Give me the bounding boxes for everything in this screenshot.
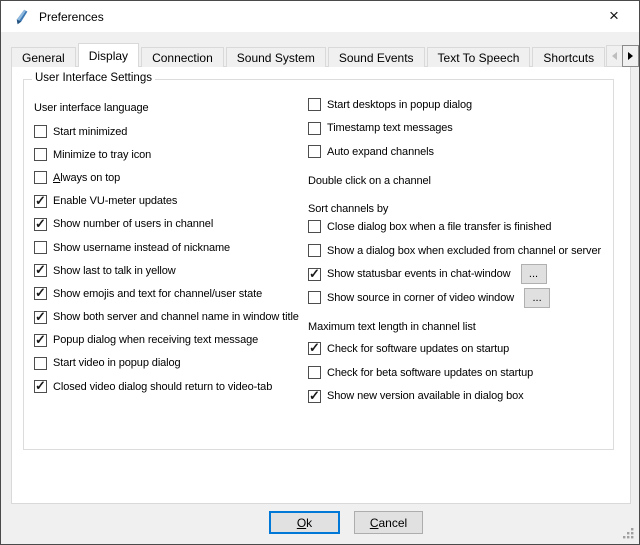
checkbox-label: Closed video dialog should return to vid… <box>53 381 272 393</box>
resize-grip[interactable] <box>622 527 635 540</box>
row-start-minimized[interactable]: Start minimized <box>34 120 299 143</box>
language-label: User interface language <box>34 102 149 114</box>
checkbox-label: Show both server and channel name in win… <box>53 311 299 323</box>
checkbox[interactable] <box>34 264 47 277</box>
row-closed-video[interactable]: Closed video dialog should return to vid… <box>34 375 299 398</box>
checkbox-label: Check for software updates on startup <box>327 343 509 355</box>
checkbox[interactable] <box>308 390 321 403</box>
tab-shortcuts[interactable]: Shortcuts <box>532 47 605 67</box>
checkbox-label: Popup dialog when receiving text message <box>53 334 258 346</box>
row-beta-updates[interactable]: Check for beta software updates on start… <box>308 361 533 385</box>
row-auto-expand[interactable]: Auto expand channels <box>308 140 472 164</box>
row-popup-text-message[interactable]: Popup dialog when receiving text message <box>34 329 299 352</box>
max-text-row: Maximum text length in channel list <box>308 319 476 335</box>
checkbox[interactable] <box>308 98 321 111</box>
max-text-label: Maximum text length in channel list <box>308 321 476 333</box>
preferences-dialog: Preferences × General Display Connection… <box>0 0 640 545</box>
double-click-row: Double click on a channel <box>308 173 431 189</box>
checkbox[interactable] <box>34 287 47 300</box>
close-icon[interactable]: × <box>599 5 629 27</box>
checkbox[interactable] <box>308 145 321 158</box>
right-checkbox-column-mid: Close dialog box when a file transfer is… <box>308 215 601 310</box>
checkbox-label: Minimize to tray icon <box>53 149 151 161</box>
window-title: Preferences <box>39 10 104 24</box>
checkbox-label: Start minimized <box>53 126 127 138</box>
row-show-user-count[interactable]: Show number of users in channel <box>34 213 299 236</box>
checkbox-label: Show new version available in dialog box <box>327 390 524 402</box>
checkbox-label: Auto expand channels <box>327 146 434 158</box>
row-start-desktops[interactable]: Start desktops in popup dialog <box>308 93 472 117</box>
checkbox[interactable] <box>34 195 47 208</box>
checkbox-label: Close dialog box when a file transfer is… <box>327 221 551 233</box>
row-always-on-top[interactable]: Always on top <box>34 166 299 189</box>
checkbox-label: Show statusbar events in chat-window <box>327 268 511 280</box>
row-excluded-dialog[interactable]: Show a dialog box when excluded from cha… <box>308 239 601 263</box>
cancel-button[interactable]: Cancel <box>354 511 423 534</box>
tab-connection[interactable]: Connection <box>141 47 224 67</box>
tab-general[interactable]: General <box>11 47 76 67</box>
title-bar[interactable]: Preferences × <box>1 1 639 32</box>
checkbox-label: Check for beta software updates on start… <box>327 367 533 379</box>
row-new-version-dialog[interactable]: Show new version available in dialog box <box>308 385 533 409</box>
tab-sound-system[interactable]: Sound System <box>226 47 326 67</box>
row-video-source-corner[interactable]: Show source in corner of video window ..… <box>308 286 601 310</box>
row-vu-meter[interactable]: Enable VU-meter updates <box>34 190 299 213</box>
checkbox[interactable] <box>308 220 321 233</box>
tab-scroll-left-icon[interactable] <box>606 45 623 67</box>
statusbar-events-more-button[interactable]: ... <box>521 264 547 284</box>
language-row: User interface language <box>34 100 149 116</box>
checkbox[interactable] <box>308 122 321 135</box>
checkbox-label: Start video in popup dialog <box>53 357 181 369</box>
checkbox-label: Start desktops in popup dialog <box>327 99 472 111</box>
row-close-file-transfer[interactable]: Close dialog box when a file transfer is… <box>308 215 601 239</box>
checkbox-label: Show emojis and text for channel/user st… <box>53 288 262 300</box>
checkbox-label: Show username instead of nickname <box>53 242 230 254</box>
checkbox-label: Always on top <box>53 172 120 184</box>
checkbox[interactable] <box>308 342 321 355</box>
row-show-username[interactable]: Show username instead of nickname <box>34 236 299 259</box>
checkbox[interactable] <box>308 366 321 379</box>
checkbox-label: Show source in corner of video window <box>327 292 514 304</box>
row-window-title[interactable]: Show both server and channel name in win… <box>34 306 299 329</box>
checkbox-label: Timestamp text messages <box>327 122 453 134</box>
row-last-to-talk[interactable]: Show last to talk in yellow <box>34 259 299 282</box>
checkbox[interactable] <box>34 334 47 347</box>
row-statusbar-events[interactable]: Show statusbar events in chat-window ... <box>308 262 601 286</box>
video-source-more-button[interactable]: ... <box>524 288 550 308</box>
tab-strip: General Display Connection Sound System … <box>11 42 606 67</box>
checkbox-label: Show number of users in channel <box>53 218 213 230</box>
checkbox-label: Show last to talk in yellow <box>53 265 176 277</box>
right-checkbox-column-top: Start desktops in popup dialog Timestamp… <box>308 93 472 164</box>
row-emojis[interactable]: Show emojis and text for channel/user st… <box>34 282 299 305</box>
checkbox[interactable] <box>34 241 47 254</box>
checkbox[interactable] <box>34 311 47 324</box>
tab-display[interactable]: Display <box>78 43 139 67</box>
checkbox[interactable] <box>308 291 321 304</box>
checkbox[interactable] <box>308 244 321 257</box>
tab-scroll-right-icon[interactable] <box>622 45 639 67</box>
double-click-label: Double click on a channel <box>308 175 431 187</box>
checkbox[interactable] <box>34 380 47 393</box>
groupbox-title: User Interface Settings <box>32 72 155 84</box>
checkbox[interactable] <box>34 357 47 370</box>
tab-text-to-speech[interactable]: Text To Speech <box>427 47 531 67</box>
checkbox-label: Show a dialog box when excluded from cha… <box>327 245 601 257</box>
checkbox-label: Enable VU-meter updates <box>53 195 177 207</box>
tab-sound-events[interactable]: Sound Events <box>328 47 425 67</box>
sort-label: Sort channels by <box>308 203 388 215</box>
row-software-updates[interactable]: Check for software updates on startup <box>308 337 533 361</box>
right-checkbox-column-bottom: Check for software updates on startup Ch… <box>308 337 533 408</box>
left-checkbox-column: Start minimized Minimize to tray icon Al… <box>34 120 299 398</box>
ok-button[interactable]: Ok <box>269 511 340 534</box>
row-timestamp[interactable]: Timestamp text messages <box>308 117 472 141</box>
checkbox[interactable] <box>34 148 47 161</box>
checkbox[interactable] <box>308 268 321 281</box>
checkbox[interactable] <box>34 218 47 231</box>
row-video-popup[interactable]: Start video in popup dialog <box>34 352 299 375</box>
row-minimize-to-tray[interactable]: Minimize to tray icon <box>34 143 299 166</box>
app-icon <box>14 9 30 25</box>
checkbox[interactable] <box>34 125 47 138</box>
checkbox[interactable] <box>34 171 47 184</box>
